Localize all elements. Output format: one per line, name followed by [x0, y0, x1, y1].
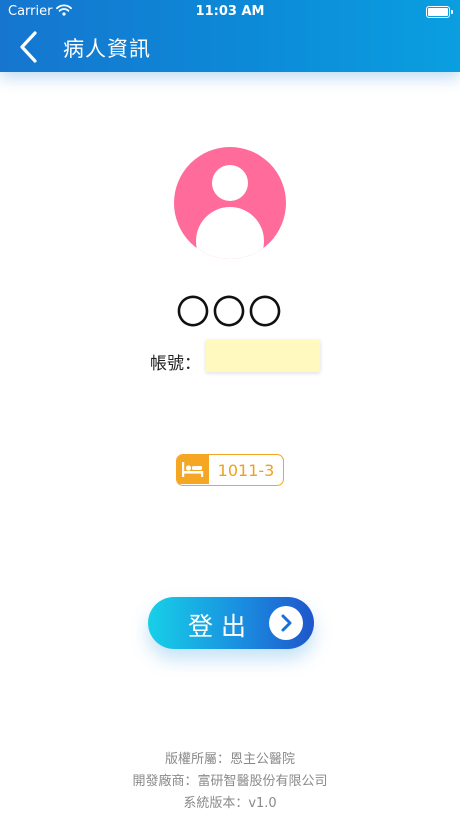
logout-button[interactable]: 登出: [148, 597, 314, 649]
bed-icon: [177, 455, 209, 484]
logout-label: 登出: [188, 612, 255, 641]
account-field[interactable]: [206, 340, 320, 372]
account-label: 帳號：: [150, 354, 201, 374]
navigation-bar: Carrier 11:03 AM 病人資訊: [0, 0, 460, 72]
user-avatar-icon: [174, 147, 286, 259]
footer-version: 系統版本：v1.0: [183, 796, 277, 811]
bed-number: 1011-3: [217, 461, 275, 480]
bed-number-badge: 1011-3: [176, 454, 284, 486]
status-time: 11:03 AM: [195, 4, 265, 19]
chevron-left-icon: [20, 31, 37, 63]
footer-copyright: 版權所屬：恩主公醫院: [164, 752, 295, 767]
avatar-head: [212, 165, 248, 201]
chevron-right-circle-icon: [269, 606, 303, 640]
battery-icon: [426, 6, 453, 18]
back-button[interactable]: [14, 30, 44, 64]
avatar-shoulders: [196, 207, 264, 259]
patient-name: 〇〇〇: [176, 293, 284, 333]
status-bar: Carrier 11:03 AM: [0, 0, 460, 24]
footer-developer: 開發廠商：富研智醫股份有限公司: [132, 774, 328, 789]
page-title: 病人資訊: [63, 37, 151, 61]
